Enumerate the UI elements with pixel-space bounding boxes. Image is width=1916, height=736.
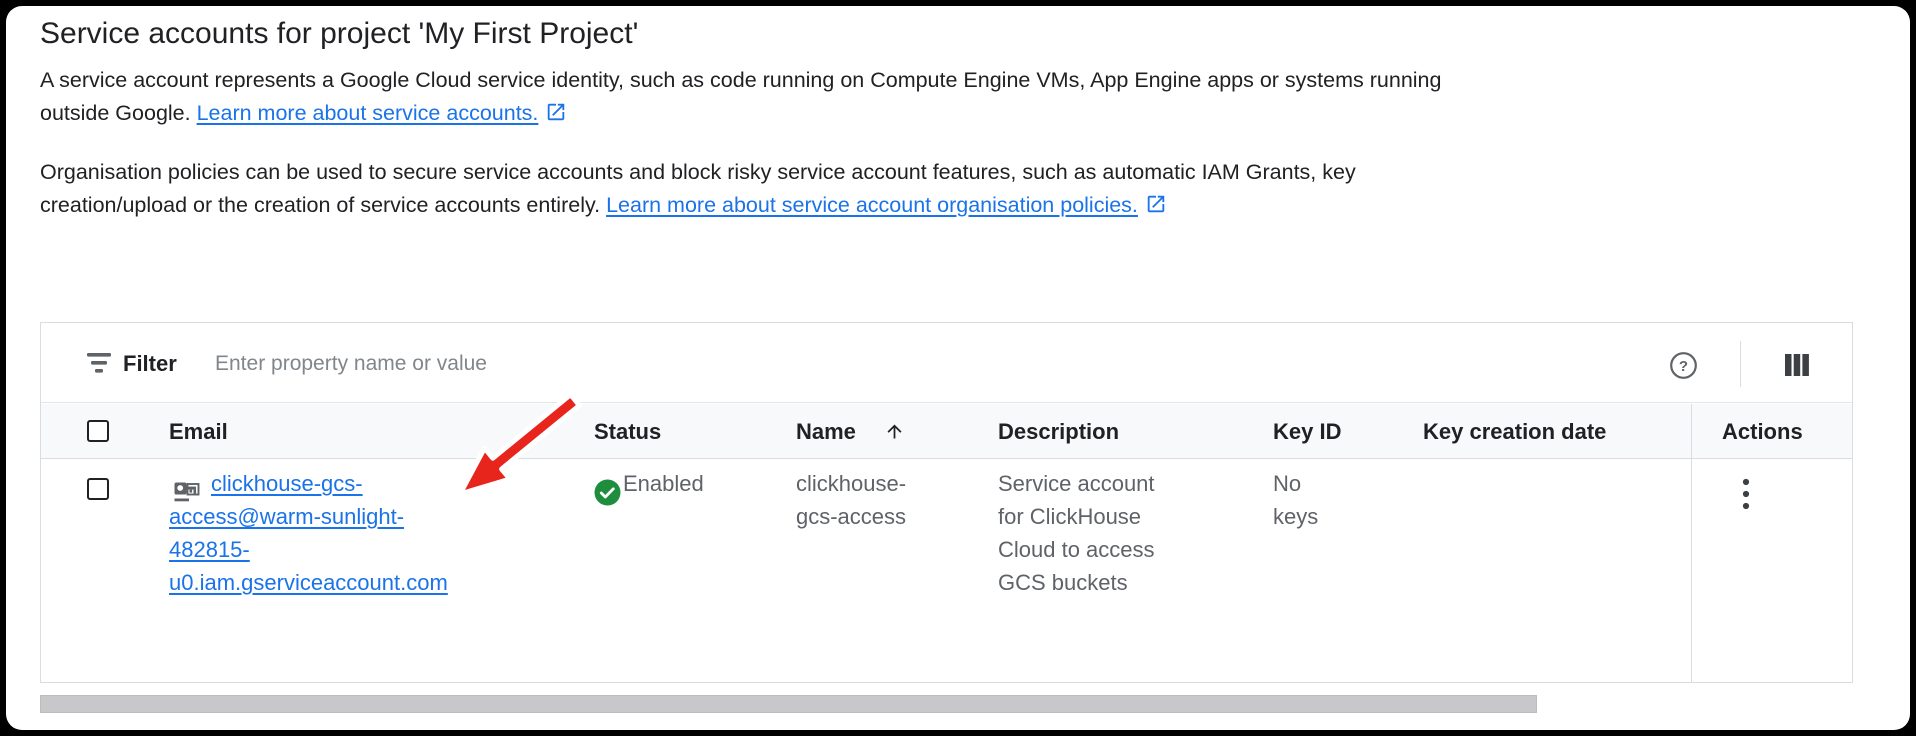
description-cell: Service account for ClickHouse Cloud to … (998, 467, 1155, 599)
name-line: gcs-access (796, 500, 906, 533)
horizontal-scrollbar-thumb[interactable] (40, 695, 1537, 713)
sort-ascending-icon (884, 421, 905, 447)
toolbar-divider (1740, 341, 1741, 387)
email-line: clickhouse-gcs- (211, 467, 448, 500)
select-all-checkbox[interactable] (87, 420, 109, 442)
name-line: clickhouse- (796, 467, 906, 500)
filter-label: Filter (123, 351, 177, 377)
column-header-key-id[interactable]: Key ID (1273, 404, 1341, 459)
column-header-email[interactable]: Email (169, 404, 228, 459)
policies-line-2: creation/upload or the creation of servi… (40, 189, 1356, 225)
intro-line-2-text: outside Google. (40, 101, 197, 125)
learn-more-service-accounts-link[interactable]: Learn more about service accounts. (197, 101, 539, 125)
column-header-key-creation-date[interactable]: Key creation date (1423, 404, 1606, 459)
row-checkbox[interactable] (87, 478, 109, 500)
row-actions-menu-icon[interactable] (1739, 474, 1753, 523)
status-enabled-icon (594, 479, 621, 511)
description-line: Cloud to access (998, 533, 1155, 566)
key-id-cell: No keys (1273, 467, 1318, 533)
open-in-new-icon (1145, 192, 1167, 225)
column-header-description[interactable]: Description (998, 404, 1119, 459)
description-line: GCS buckets (998, 566, 1155, 599)
intro-line-2: outside Google. Learn more about service… (40, 97, 1441, 133)
policies-line-1: Organisation policies can be used to sec… (40, 156, 1356, 189)
policies-line-2-text: creation/upload or the creation of servi… (40, 193, 606, 217)
column-header-name[interactable]: Name (796, 404, 856, 459)
filter-icon[interactable] (86, 352, 112, 379)
email-cell: clickhouse-gcs- access@warm-sunlight- 48… (169, 467, 448, 599)
filter-toolbar: Filter ? (41, 323, 1852, 403)
status-text: Enabled (623, 467, 704, 500)
svg-text:?: ? (1679, 358, 1688, 375)
open-in-new-icon (545, 100, 567, 133)
key-id-line: keys (1273, 500, 1318, 533)
description-line: for ClickHouse (998, 500, 1155, 533)
email-line: access@warm-sunlight- (169, 500, 448, 533)
learn-more-organisation-policies-link[interactable]: Learn more about service account organis… (606, 193, 1138, 217)
status-cell: Enabled (623, 467, 704, 500)
table-header-row: Email Status Name Description Key ID Key… (41, 404, 1852, 459)
key-id-line: No (1273, 467, 1318, 500)
table-row: clickhouse-gcs- access@warm-sunlight- 48… (41, 460, 1852, 683)
description-line: Service account (998, 467, 1155, 500)
service-accounts-table-panel: Filter ? Email Status Name Description K… (40, 322, 1853, 683)
email-line: 482815- (169, 533, 448, 566)
column-header-actions: Actions (1722, 404, 1803, 459)
intro-line-1: A service account represents a Google Cl… (40, 64, 1441, 97)
policies-paragraph: Organisation policies can be used to sec… (40, 156, 1356, 225)
page-title: Service accounts for project 'My First P… (40, 14, 638, 54)
column-display-options-icon[interactable] (1785, 354, 1809, 381)
email-line: u0.iam.gserviceaccount.com (169, 566, 448, 599)
filter-input[interactable] (213, 345, 857, 383)
service-accounts-page: Service accounts for project 'My First P… (6, 6, 1910, 730)
column-header-status[interactable]: Status (594, 404, 661, 459)
service-account-email-link[interactable]: clickhouse-gcs- access@warm-sunlight- 48… (169, 467, 448, 599)
name-cell: clickhouse- gcs-access (796, 467, 906, 533)
help-icon[interactable]: ? (1669, 351, 1698, 385)
intro-paragraph: A service account represents a Google Cl… (40, 64, 1441, 133)
